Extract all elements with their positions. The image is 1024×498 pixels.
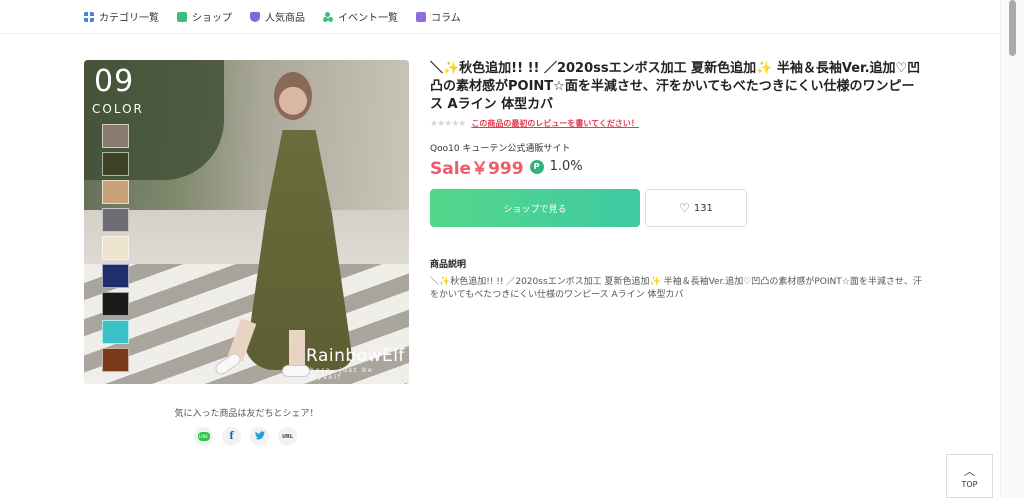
shoe <box>282 365 310 377</box>
product-image[interactable]: 09 COLOR RainbowElf here, just be myself <box>84 60 409 384</box>
rating-stars: ★★★★★ <box>430 118 466 129</box>
top-label: TOP <box>961 480 978 489</box>
color-count: 09 <box>94 64 135 99</box>
nav-item-categories[interactable]: カテゴリ一覧 <box>84 9 159 24</box>
color-swatch <box>102 292 129 316</box>
twitter-icon <box>254 430 265 443</box>
model-leg <box>289 330 305 370</box>
product-description: ＼✨秋色追加!! !! ／2020ssエンボス加工 夏新色追加✨ 半袖＆長袖Ve… <box>430 277 922 300</box>
heart-icon: ♡ <box>679 201 690 215</box>
nav-item-shop[interactable]: ショップ <box>177 9 232 24</box>
nav-label: カテゴリ一覧 <box>99 13 159 24</box>
like-count: 131 <box>693 202 713 214</box>
shop-icon <box>177 11 187 22</box>
price-row: Sale￥999 P 1.0% <box>430 154 583 179</box>
color-swatch <box>102 320 129 344</box>
nav-item-events[interactable]: イベント一覧 <box>323 9 398 24</box>
color-swatch <box>102 208 129 232</box>
color-word: COLOR <box>92 102 144 116</box>
model-head <box>274 72 312 120</box>
description-heading: 商品説明 <box>430 260 467 270</box>
nav-label: ショップ <box>192 13 232 24</box>
line-icon: LINE <box>197 432 210 441</box>
color-swatch <box>102 124 129 148</box>
view-in-shop-button[interactable]: ショップで見る <box>430 189 640 227</box>
share-label: 気に入った商品は友だちとシェア！ <box>174 409 319 419</box>
column-icon <box>416 11 426 22</box>
url-copy-button[interactable]: URL <box>278 427 297 446</box>
nav-item-popular[interactable]: 人気商品 <box>250 9 305 24</box>
share-icons: LINE f URL <box>194 427 297 446</box>
twitter-share-button[interactable] <box>250 427 269 446</box>
url-icon: URL <box>281 433 294 440</box>
back-to-top-button[interactable]: ︿ TOP <box>946 454 993 498</box>
facebook-icon: f <box>229 431 234 442</box>
crown-icon <box>250 11 260 22</box>
color-swatch <box>102 348 129 372</box>
like-button[interactable]: ♡ 131 <box>645 189 747 227</box>
grid-icon <box>84 11 94 22</box>
scroll-thumb[interactable] <box>1009 0 1016 56</box>
shop-name[interactable]: Qoo10 キューテン公式通販サイト <box>430 141 570 154</box>
point-rate: 1.0% <box>549 159 583 174</box>
rating-row: ★★★★★ この商品の最初のレビューを書いてください！ <box>430 118 639 129</box>
chevron-up-icon: ︿ <box>964 465 975 478</box>
write-review-link[interactable]: この商品の最初のレビューを書いてください！ <box>471 118 639 129</box>
color-swatch <box>102 236 129 260</box>
color-swatch <box>102 264 129 288</box>
nav-label: 人気商品 <box>265 13 305 24</box>
facebook-share-button[interactable]: f <box>222 427 241 446</box>
nav-label: イベント一覧 <box>338 13 398 24</box>
point-icon: P <box>529 159 544 174</box>
event-icon <box>323 11 333 22</box>
color-swatch <box>102 152 129 176</box>
nav-item-column[interactable]: コラム <box>416 9 461 24</box>
sale-price: Sale￥999 <box>430 159 524 179</box>
top-nav: カテゴリ一覧 ショップ 人気商品 イベント一覧 コラム <box>0 0 1000 34</box>
brand-tagline: here, just be myself <box>310 367 374 381</box>
brand-logo: RainbowElf <box>306 346 405 366</box>
color-swatch <box>102 180 129 204</box>
nav-label: コラム <box>431 13 461 24</box>
page-scrollbar[interactable] <box>1000 0 1024 498</box>
line-share-button[interactable]: LINE <box>194 427 213 446</box>
product-title: ＼✨秋色追加!! !! ／2020ssエンボス加工 夏新色追加✨ 半袖＆長袖Ve… <box>430 61 921 112</box>
